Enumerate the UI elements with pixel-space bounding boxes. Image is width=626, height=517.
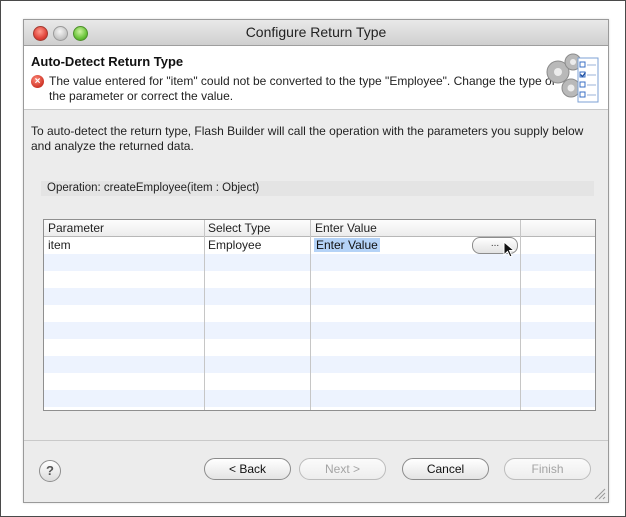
table-header: Parameter Select Type Enter Value <box>44 220 595 237</box>
table-row <box>44 288 595 305</box>
next-button[interactable]: Next > <box>299 458 386 480</box>
table-row-item[interactable]: item Employee Enter Value ... <box>44 237 595 258</box>
dialog-window: Configure Return Type Auto-Detect Return… <box>23 19 609 503</box>
enter-value-input[interactable]: Enter Value <box>314 238 380 252</box>
table-row <box>44 322 595 339</box>
column-header-select-type[interactable]: Select Type <box>208 221 270 235</box>
error-icon: × <box>31 75 44 88</box>
table-row <box>44 390 595 407</box>
resize-grip-icon[interactable] <box>592 486 606 500</box>
window-title: Configure Return Type <box>245 24 387 40</box>
parameters-table[interactable]: Parameter Select Type Enter Value item E… <box>43 219 596 411</box>
finish-button[interactable]: Finish <box>504 458 591 480</box>
column-header-parameter[interactable]: Parameter <box>48 221 104 235</box>
screenshot-frame: Configure Return Type Auto-Detect Return… <box>0 0 626 517</box>
operation-value: createEmployee(item : Object) <box>103 182 260 194</box>
operation-label: Operation: createEmployee(item : Object) <box>41 181 594 196</box>
wizard-header: Auto-Detect Return Type × The value ente… <box>24 46 608 110</box>
cell-parameter: item <box>48 238 71 252</box>
intro-text: To auto-detect the return type, Flash Bu… <box>31 124 584 153</box>
operation-prefix: Operation: <box>47 182 101 194</box>
help-button[interactable]: ? <box>39 460 61 482</box>
column-header-enter-value[interactable]: Enter Value <box>315 221 377 235</box>
cancel-button[interactable]: Cancel <box>402 458 489 480</box>
back-button[interactable]: < Back <box>204 458 291 480</box>
wizard-gear-checklist-icon <box>546 53 599 103</box>
cell-select-type[interactable]: Employee <box>208 238 261 252</box>
error-message: The value entered for "item" could not b… <box>49 74 556 103</box>
page-title: Auto-Detect Return Type <box>31 54 184 69</box>
pointer-cursor-icon <box>503 241 516 258</box>
title-bar[interactable]: Configure Return Type <box>24 20 608 46</box>
table-row <box>44 356 595 373</box>
footer-separator <box>24 440 608 441</box>
